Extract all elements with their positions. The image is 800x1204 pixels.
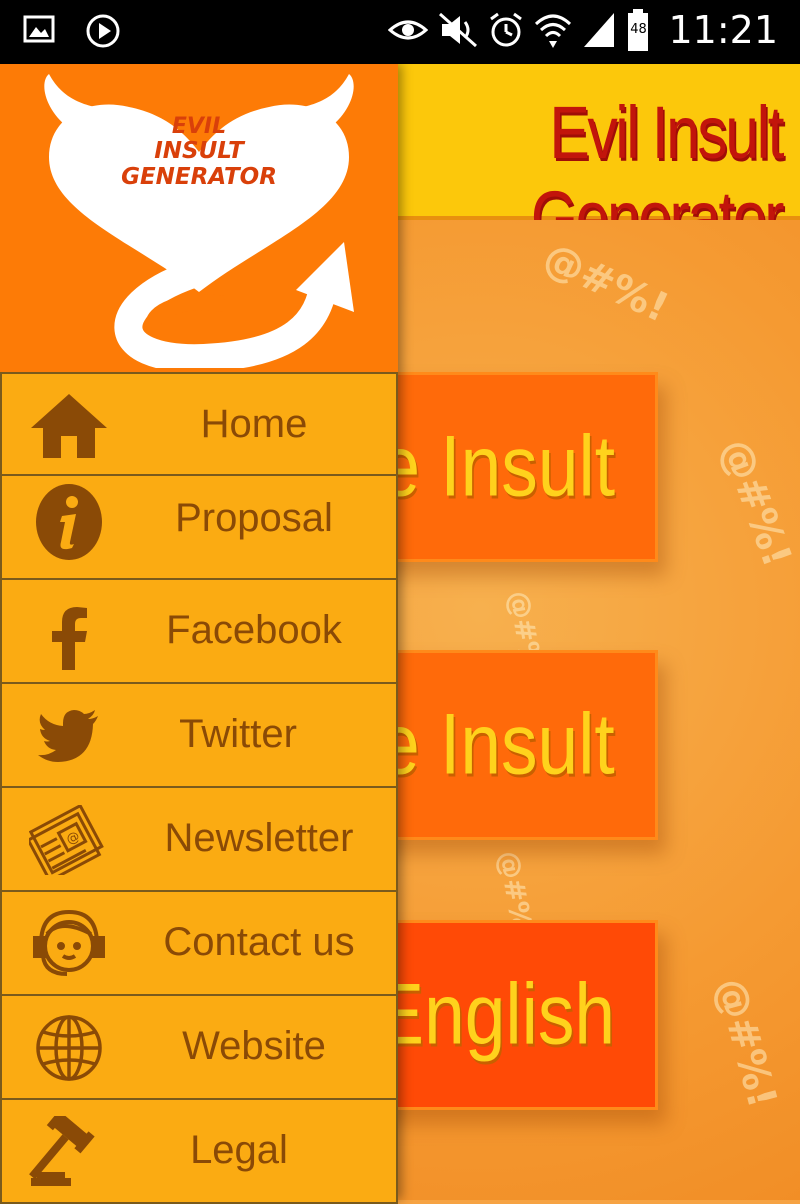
battery-icon: 48 [626,8,650,52]
eye-icon [388,14,429,46]
menu-label: Facebook [166,608,342,652]
alarm-icon [488,11,524,49]
drawer-menu: Home Proposal Facebook Twitter @ Newslet… [0,372,398,1204]
menu-item-website[interactable]: Website [0,996,398,1100]
menu-label: Legal [190,1128,288,1172]
logo-line-3: GENERATOR [121,164,277,190]
menu-item-twitter[interactable]: Twitter [0,684,398,788]
menu-item-facebook[interactable]: Facebook [0,580,398,684]
menu-label: Proposal [175,496,333,540]
menu-label: Home [200,402,308,446]
button-label: English [375,966,615,1063]
signal-icon [582,11,616,49]
menu-item-home[interactable]: Home [0,372,398,476]
wifi-icon [534,10,572,50]
drawer-header: EVIL INSULT GENERATOR [0,64,398,372]
menu-label: Contact us [163,920,355,964]
battery-level: 48 [630,22,647,37]
navigation-drawer: EVIL INSULT GENERATOR Home Proposal Face… [0,64,398,1204]
globe-icon [24,1012,114,1084]
mute-icon [438,12,478,48]
menu-item-legal[interactable]: Legal [0,1100,398,1204]
newsletter-icon: @ [24,804,114,876]
home-icon [24,390,114,462]
contact-icon [24,908,114,980]
logo-line-1: EVIL [171,114,227,139]
status-bar: 48 11:21 [0,0,800,64]
clock: 11:21 [668,8,778,52]
menu-label: Twitter [179,712,297,756]
doodle-text: @#%! [536,234,676,332]
play-icon [84,12,122,50]
menu-label: Website [182,1024,326,1068]
menu-item-contact[interactable]: Contact us [0,892,398,996]
info-icon [24,484,114,560]
menu-label: Newsletter [164,816,354,860]
menu-item-newsletter[interactable]: @ Newsletter [0,788,398,892]
doodle-text: @#%! [706,973,786,1113]
facebook-icon [24,602,114,674]
logo-line-2: INSULT [154,138,244,164]
menu-item-proposal[interactable]: Proposal [0,476,398,580]
doodle-text: @#%! [711,433,800,573]
image-icon [22,12,56,50]
